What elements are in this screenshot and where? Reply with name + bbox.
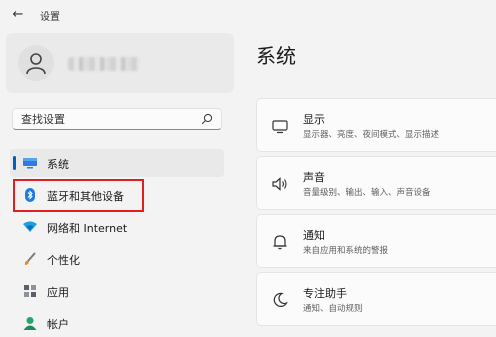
bell-icon <box>273 235 287 250</box>
sidebar-item-personalization[interactable]: 个性化 <box>10 245 224 273</box>
person-icon <box>26 53 46 75</box>
title-bar: ← 设置 <box>0 0 496 30</box>
sidebar-item-label: 个性化 <box>47 254 80 267</box>
selection-indicator <box>13 156 16 170</box>
settings-card-sound[interactable]: 声音 音量级别、输出、输入、声音设备 <box>256 156 496 210</box>
sidebar-item-label: 应用 <box>47 286 69 299</box>
apps-icon <box>24 285 36 297</box>
back-arrow-icon[interactable]: ← <box>10 7 26 23</box>
sidebar-item-accounts[interactable]: 帐户 <box>10 309 224 337</box>
page-title: 系统 <box>256 44 296 68</box>
sidebar-item-apps[interactable]: 应用 <box>10 277 224 305</box>
user-profile-card[interactable] <box>6 33 234 93</box>
card-title: 通知 <box>303 229 325 242</box>
sidebar-item-label: 网络和 Internet <box>47 222 128 235</box>
card-title: 声音 <box>303 171 325 184</box>
card-description: 音量级别、输出、输入、声音设备 <box>303 188 431 198</box>
monitor-icon <box>23 158 37 169</box>
settings-card-notifications[interactable]: 通知 来自应用和系统的警报 <box>256 214 496 268</box>
sidebar-item-network[interactable]: 网络和 Internet <box>10 213 224 241</box>
search-input[interactable] <box>13 109 201 129</box>
sidebar-item-system[interactable]: 系统 <box>10 149 224 177</box>
search-box[interactable] <box>12 108 222 130</box>
card-description: 通知、自动规则 <box>303 304 363 314</box>
card-description: 显示器、亮度、夜间模式、显示描述 <box>303 130 440 140</box>
settings-card-focus-assist[interactable]: 专注助手 通知、自动规则 <box>256 272 496 326</box>
avatar[interactable] <box>18 45 54 81</box>
settings-card-display[interactable]: 显示 显示器、亮度、夜间模式、显示描述 <box>256 98 496 152</box>
card-title: 显示 <box>303 113 325 126</box>
brush-icon <box>24 252 36 265</box>
speaker-icon <box>272 177 287 191</box>
search-icon[interactable] <box>201 113 213 125</box>
sidebar-item-label: 系统 <box>47 158 69 171</box>
wifi-icon <box>23 221 37 232</box>
username-blurred <box>68 57 140 71</box>
moon-icon <box>273 292 288 307</box>
card-description: 来自应用和系统的警报 <box>303 246 389 256</box>
card-title: 专注助手 <box>303 287 347 300</box>
app-title: 设置 <box>40 12 60 23</box>
display-icon <box>272 120 288 134</box>
account-icon <box>23 317 37 330</box>
highlight-annotation <box>13 179 144 212</box>
